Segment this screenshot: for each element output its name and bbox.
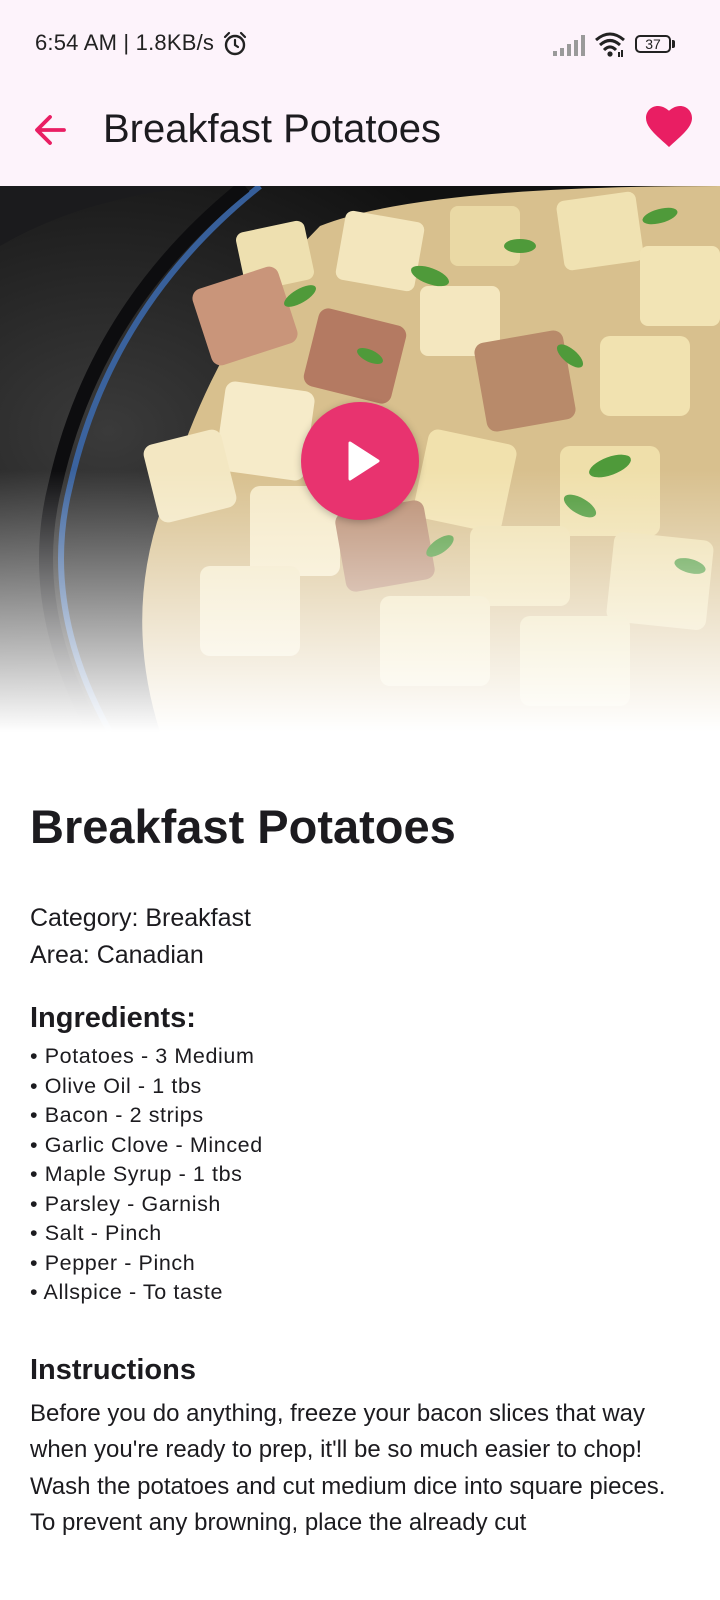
signal-icon: [553, 35, 585, 56]
meal-thumbnail: [0, 186, 720, 732]
ingredients-heading: Ingredients:: [30, 1002, 196, 1034]
wifi-icon: [595, 32, 625, 57]
ingredient-item: • Bacon - 2 strips: [30, 1103, 204, 1127]
ingredient-item: • Salt - Pinch: [30, 1221, 162, 1245]
battery-level: 37: [635, 35, 671, 53]
meal-category: Category: Breakfast: [30, 904, 251, 932]
ingredient-item: • Olive Oil - 1 tbs: [30, 1073, 202, 1098]
meal-area: Area: Canadian: [30, 941, 204, 969]
alarm-icon: [223, 31, 247, 56]
ingredient-item: • Allspice - To taste: [30, 1280, 224, 1304]
status-time-speed: 6:54 AM | 1.8KB/s: [35, 30, 215, 55]
instructions-heading: Instructions: [30, 1353, 196, 1386]
instructions-text: Before you do anything, freeze your baco…: [30, 1396, 690, 1542]
battery-icon: 37: [635, 35, 675, 55]
ingredient-item: • Garlic Clove - Minced: [30, 1132, 263, 1157]
app-bar-title: Breakfast Potatoes: [103, 107, 441, 151]
meal-meta: Category: Breakfast Area: Canadian: [30, 900, 690, 974]
arrow-left-icon[interactable]: [28, 106, 76, 154]
instructions-paragraph: Wash the potatoes and cut medium dice in…: [30, 1472, 666, 1537]
meal-details: Breakfast Potatoes Category: Breakfast A…: [30, 796, 690, 1542]
ingredient-item: • Potatoes - 3 Medium: [30, 1044, 255, 1068]
ingredient-item: • Parsley - Garnish: [30, 1191, 221, 1216]
ingredient-item: • Maple Syrup - 1 tbs: [30, 1162, 243, 1186]
status-bar: 6:54 AM | 1.8KB/s 37: [0, 0, 720, 88]
heart-icon[interactable]: [646, 106, 692, 152]
ingredient-item: • Pepper - Pinch: [30, 1250, 196, 1275]
play-video-button[interactable]: [301, 402, 419, 520]
play-icon: [348, 441, 380, 481]
app-bar: Breakfast Potatoes: [0, 88, 720, 186]
battery-tip: [672, 40, 675, 48]
meal-title: Breakfast Potatoes: [30, 800, 456, 853]
instructions-paragraph: Before you do anything, freeze your baco…: [30, 1399, 646, 1464]
ingredients-list: • Potatoes - 3 Medium • Olive Oil - 1 tb…: [30, 1042, 690, 1308]
